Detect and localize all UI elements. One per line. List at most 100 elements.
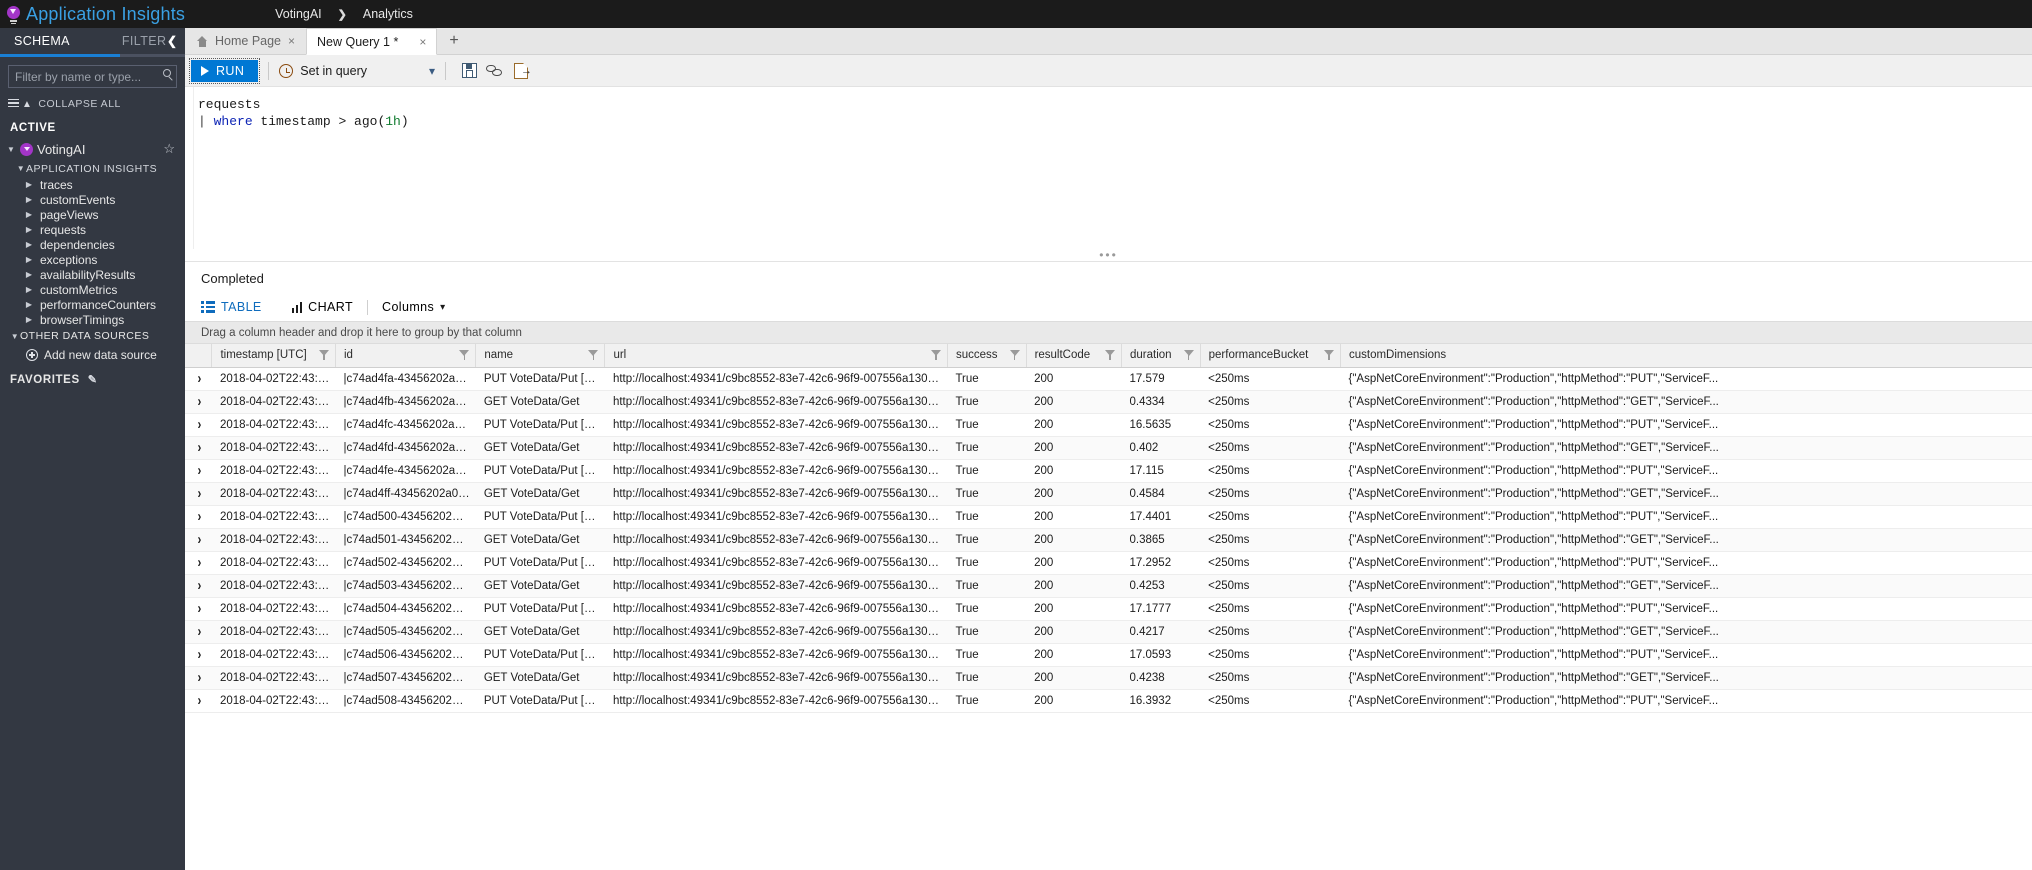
row-expand-icon[interactable]: › xyxy=(185,597,212,621)
table-row[interactable]: ›2018-04-02T22:43:31.895|c74ad508-434562… xyxy=(185,689,2032,713)
column-header-resultcode[interactable]: resultCode xyxy=(1026,344,1123,368)
chevron-right-icon[interactable]: ▶ xyxy=(24,300,34,309)
table-row[interactable]: ›2018-04-02T22:43:31.375|c74ad502-434562… xyxy=(185,551,2032,575)
chevron-right-icon[interactable]: ▶ xyxy=(24,315,34,324)
column-header-duration[interactable]: duration xyxy=(1121,344,1201,368)
table-row[interactable]: ›2018-04-02T22:43:31.064|c74ad4ff-434562… xyxy=(185,482,2032,506)
sidebar-item-availabilityresults[interactable]: ▶ availabilityResults xyxy=(0,267,185,282)
chevron-right-icon[interactable]: ▶ xyxy=(24,180,34,189)
table-row[interactable]: ›2018-04-02T22:43:31.541|c74ad504-434562… xyxy=(185,597,2032,621)
save-query-button[interactable] xyxy=(456,59,482,83)
chevron-down-icon[interactable]: ▼ xyxy=(16,164,26,173)
table-row[interactable]: ›2018-04-02T22:43:30.233|c74ad4fd-434562… xyxy=(185,436,2032,460)
row-expand-icon[interactable]: › xyxy=(185,413,212,437)
sidebar-item-performancecounters[interactable]: ▶ performanceCounters xyxy=(0,297,185,312)
close-icon[interactable]: × xyxy=(419,35,426,49)
sidebar-item-dependencies[interactable]: ▶ dependencies xyxy=(0,237,185,252)
sidebar-item-browsertimings[interactable]: ▶ browserTimings xyxy=(0,312,185,327)
breadcrumb-item-analytics[interactable]: Analytics xyxy=(363,7,413,21)
row-expand-icon[interactable]: › xyxy=(185,689,212,713)
collapse-sidebar-icon[interactable]: ❮ xyxy=(167,34,177,48)
query-text[interactable]: requests | where timestamp > ago(1h) xyxy=(185,87,2032,130)
chevron-right-icon[interactable]: ▶ xyxy=(24,285,34,294)
tab-filter[interactable]: FILTER xyxy=(70,34,167,48)
column-header-success[interactable]: success xyxy=(947,344,1027,368)
filter-icon[interactable] xyxy=(1323,350,1334,360)
add-tab-button[interactable]: + xyxy=(437,28,470,54)
view-table-button[interactable]: TABLE xyxy=(201,300,262,314)
row-expand-icon[interactable]: › xyxy=(185,367,212,391)
sidebar-item-traces[interactable]: ▶ traces xyxy=(0,177,185,192)
table-row[interactable]: ›2018-04-02T22:43:31.221|c74ad501-434562… xyxy=(185,528,2032,552)
chevron-right-icon[interactable]: ▶ xyxy=(24,210,34,219)
row-expand-icon[interactable]: › xyxy=(185,574,212,598)
table-row[interactable]: ›2018-04-02T22:43:30.209|c74ad4fc-434562… xyxy=(185,413,2032,437)
table-row[interactable]: ›2018-04-02T22:43:31.399|c74ad503-434562… xyxy=(185,574,2032,598)
sidebar-item-exceptions[interactable]: ▶ exceptions xyxy=(0,252,185,267)
column-header-customdimensions[interactable]: customDimensions xyxy=(1340,344,2032,368)
sidebar-group-other-data-sources[interactable]: ▼ OTHER DATA SOURCES xyxy=(0,327,185,345)
tab-home-page[interactable]: Home Page × xyxy=(185,28,306,54)
column-header-id[interactable]: id xyxy=(335,344,477,368)
row-expand-icon[interactable]: › xyxy=(185,459,212,483)
table-row[interactable]: ›2018-04-02T22:43:31.750|c74ad507-434562… xyxy=(185,666,2032,690)
filter-icon[interactable] xyxy=(1105,350,1116,360)
query-editor[interactable]: requests | where timestamp > ago(1h) xyxy=(185,87,2032,249)
table-row[interactable]: ›2018-04-02T22:43:31.725|c74ad506-434562… xyxy=(185,643,2032,667)
sidebar-item-requests[interactable]: ▶ requests xyxy=(0,222,185,237)
filter-icon[interactable] xyxy=(459,350,470,360)
row-expand-icon[interactable]: › xyxy=(185,643,212,667)
column-header-url[interactable]: url xyxy=(604,344,948,368)
tab-schema[interactable]: SCHEMA xyxy=(0,34,70,48)
columns-menu-button[interactable]: Columns ▾ xyxy=(382,300,446,314)
filter-icon[interactable] xyxy=(1183,350,1194,360)
chevron-right-icon[interactable]: ▶ xyxy=(24,240,34,249)
breadcrumb-item-votingai[interactable]: VotingAI xyxy=(275,7,322,21)
sidebar-item-pageviews[interactable]: ▶ pageViews xyxy=(0,207,185,222)
pencil-icon[interactable]: ✎ xyxy=(88,373,98,386)
table-row[interactable]: ›2018-04-02T22:43:31.197|c74ad500-434562… xyxy=(185,505,2032,529)
row-expand-icon[interactable]: › xyxy=(185,505,212,529)
chevron-down-icon[interactable]: ▼ xyxy=(10,332,20,341)
row-expand-icon[interactable]: › xyxy=(185,528,212,552)
sidebar-group-application-insights[interactable]: ▼ APPLICATION INSIGHTS xyxy=(0,160,185,177)
filter-icon[interactable] xyxy=(1009,350,1020,360)
row-expand-icon[interactable]: › xyxy=(185,390,212,414)
editor-resize-handle[interactable]: ••• xyxy=(185,248,2032,262)
row-expand-icon[interactable]: › xyxy=(185,620,212,644)
chevron-right-icon[interactable]: ▶ xyxy=(24,270,34,279)
close-icon[interactable]: × xyxy=(288,34,295,48)
time-range-picker[interactable]: Set in query ▾ xyxy=(279,63,435,78)
group-by-dropzone[interactable]: Drag a column header and drop it here to… xyxy=(185,321,2032,344)
column-header-performancebucket[interactable]: performanceBucket xyxy=(1200,344,1341,368)
filter-icon[interactable] xyxy=(588,350,599,360)
sidebar-item-custommetrics[interactable]: ▶ customMetrics xyxy=(0,282,185,297)
column-header-name[interactable]: name xyxy=(475,344,606,368)
table-row[interactable]: ›2018-04-02T22:43:31.038|c74ad4fe-434562… xyxy=(185,459,2032,483)
export-button[interactable] xyxy=(508,59,534,83)
schema-filter-input[interactable] xyxy=(8,65,177,88)
chevron-right-icon[interactable]: ▶ xyxy=(24,225,34,234)
table-row[interactable]: ›2018-04-02T22:43:30.004|c74ad4fa-434562… xyxy=(185,367,2032,391)
chevron-down-icon[interactable]: ▾ xyxy=(429,64,435,78)
row-expand-icon[interactable]: › xyxy=(185,551,212,575)
chevron-down-icon[interactable]: ▼ xyxy=(6,145,16,154)
table-row[interactable]: ›2018-04-02T22:43:31.566|c74ad505-434562… xyxy=(185,620,2032,644)
tab-new-query-1[interactable]: New Query 1 * × xyxy=(306,28,438,55)
chevron-right-icon[interactable]: ▶ xyxy=(24,195,34,204)
filter-icon[interactable] xyxy=(930,350,941,360)
copy-link-button[interactable] xyxy=(482,59,508,83)
column-header-timestamp[interactable]: timestamp [UTC] xyxy=(211,344,336,368)
results-grid-wrapper[interactable]: timestamp [UTC] id name url success resultCod… xyxy=(185,344,2032,870)
row-expand-icon[interactable]: › xyxy=(185,666,212,690)
collapse-all-button[interactable]: ▲ COLLAPSE ALL xyxy=(0,92,185,116)
sidebar-item-customevents[interactable]: ▶ customEvents xyxy=(0,192,185,207)
star-icon[interactable]: ☆ xyxy=(163,141,175,157)
sidebar-item-votingai[interactable]: ▼ VotingAI ☆ xyxy=(0,138,185,160)
row-expand-icon[interactable]: › xyxy=(185,436,212,460)
view-chart-button[interactable]: CHART xyxy=(291,300,353,314)
chevron-right-icon[interactable]: ▶ xyxy=(24,255,34,264)
row-expand-icon[interactable]: › xyxy=(185,482,212,506)
table-row[interactable]: ›2018-04-02T22:43:30.029|c74ad4fb-434562… xyxy=(185,390,2032,414)
add-new-data-source-button[interactable]: Add new data source xyxy=(0,345,185,365)
